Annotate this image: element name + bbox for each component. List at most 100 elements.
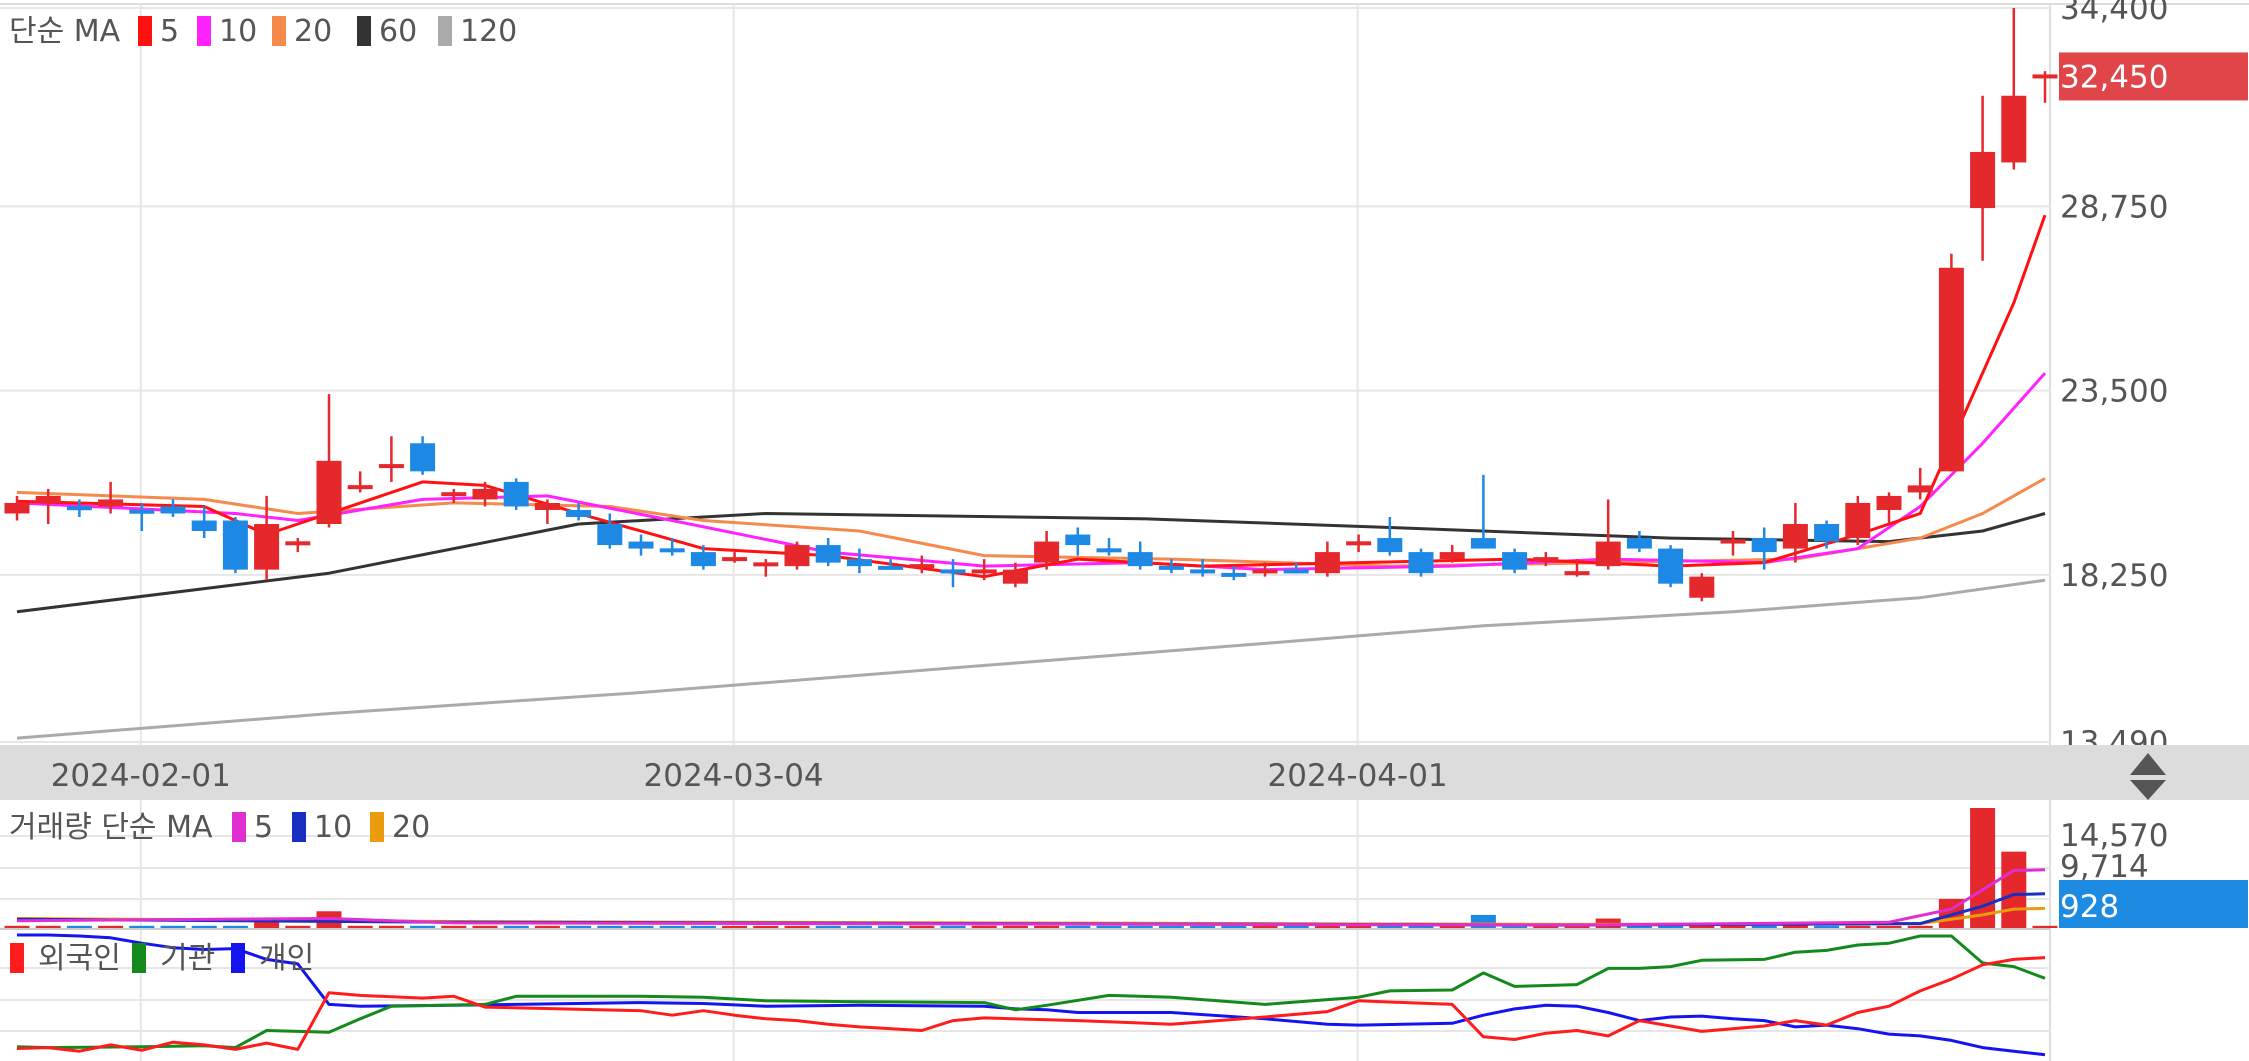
candle-body	[1658, 548, 1684, 584]
candle-body	[566, 509, 592, 517]
volume-bar	[410, 925, 436, 928]
candle-body	[597, 524, 623, 546]
candle-body	[129, 509, 155, 514]
price-legend-item: 5	[160, 14, 179, 49]
volume-bar	[2032, 925, 2058, 928]
legend-swatch	[438, 16, 452, 46]
candle-body	[1408, 552, 1434, 574]
date-tick-label: 2024-02-01	[51, 758, 231, 794]
candle-body	[35, 495, 61, 503]
volume-bar	[1751, 925, 1777, 928]
volume-bar	[285, 925, 311, 928]
price-tick-label: 23,500	[2060, 374, 2168, 410]
candle-body	[659, 548, 685, 553]
candle-body	[1938, 267, 1964, 472]
volume-bar	[35, 925, 61, 928]
candle-body	[410, 443, 436, 472]
candle-body	[1314, 552, 1340, 574]
candle-body	[1689, 576, 1715, 598]
price-tick-label: 28,750	[2060, 189, 2168, 225]
candle-body	[1158, 565, 1184, 570]
date-axis-band	[0, 745, 2249, 800]
legend-swatch	[138, 16, 152, 46]
volume-bar	[378, 925, 404, 928]
volume-bar	[1221, 925, 1247, 928]
volume-bar	[347, 925, 373, 928]
candle-body	[2032, 74, 2058, 79]
candle-body	[690, 552, 716, 567]
volume-bar	[1158, 925, 1184, 928]
volume-bar	[566, 925, 592, 928]
volume-bar	[1002, 925, 1028, 928]
candle-body	[940, 569, 966, 574]
candle-body	[441, 492, 467, 497]
volume-legend-item: 20	[392, 810, 430, 845]
candle-body	[1907, 485, 1933, 493]
volume-bar	[1907, 925, 1933, 928]
volume-bar	[98, 925, 124, 928]
candle-body	[1564, 571, 1590, 576]
volume-bar	[1096, 925, 1122, 928]
candle-body	[1782, 524, 1808, 549]
legend-swatch	[10, 943, 24, 973]
candle-body	[222, 520, 248, 570]
volume-bar	[784, 925, 810, 928]
volume-bar	[940, 925, 966, 928]
candle-body	[753, 562, 779, 567]
volume-bar	[66, 925, 92, 928]
legend-swatch	[232, 812, 246, 842]
candle-body	[815, 545, 841, 563]
candle-body	[1346, 541, 1372, 546]
volume-bar	[441, 925, 467, 928]
candle-body	[1034, 541, 1060, 563]
volume-legend-title: 거래량 단순 MA	[9, 810, 213, 845]
volume-bar	[659, 925, 685, 928]
volume-bar	[1065, 925, 1091, 928]
volume-bar	[1720, 925, 1746, 928]
candle-body	[472, 488, 498, 500]
legend-swatch	[272, 16, 286, 46]
volume-bar	[1252, 925, 1278, 928]
candle-body	[1221, 572, 1247, 577]
volume-bar	[1034, 925, 1060, 928]
legend-swatch	[132, 943, 146, 973]
candle-body	[1127, 552, 1153, 567]
volume-bar	[1876, 925, 1902, 928]
legend-swatch	[197, 16, 211, 46]
candle-body	[1283, 569, 1309, 574]
volume-bar	[909, 925, 935, 928]
volume-legend-item: 10	[314, 810, 352, 845]
volume-bar	[1314, 925, 1340, 928]
candle-body	[316, 460, 342, 525]
volume-bar	[4, 925, 30, 928]
volume-bar	[690, 925, 716, 928]
volume-bar	[1127, 925, 1153, 928]
candle-body	[1970, 151, 1996, 209]
background	[0, 0, 2249, 1061]
investor-legend-item: 개인	[259, 941, 314, 976]
volume-bar	[222, 925, 248, 928]
candle-body	[378, 464, 404, 469]
candle-body	[503, 481, 529, 507]
date-tick-label: 2024-04-01	[1268, 758, 1448, 794]
candle-body	[628, 541, 654, 549]
volume-bar	[1845, 925, 1871, 928]
price-tick-label: 34,400	[2060, 0, 2168, 27]
candle-body	[1439, 552, 1465, 560]
candle-body	[1190, 569, 1216, 574]
volume-bar	[971, 925, 997, 928]
candle-body	[1377, 538, 1403, 553]
legend-swatch	[370, 812, 384, 842]
candle-body	[1876, 495, 1902, 510]
candle-body	[971, 569, 997, 574]
volume-bar	[534, 925, 560, 928]
candle-body	[1720, 539, 1746, 544]
volume-bar	[191, 925, 217, 928]
legend-swatch	[357, 16, 371, 46]
volume-bar	[722, 925, 748, 928]
candle-body	[1502, 552, 1528, 570]
candle-body	[1533, 557, 1559, 562]
candle-body	[1470, 538, 1496, 549]
candle-body	[534, 502, 560, 510]
candle-body	[4, 502, 30, 514]
